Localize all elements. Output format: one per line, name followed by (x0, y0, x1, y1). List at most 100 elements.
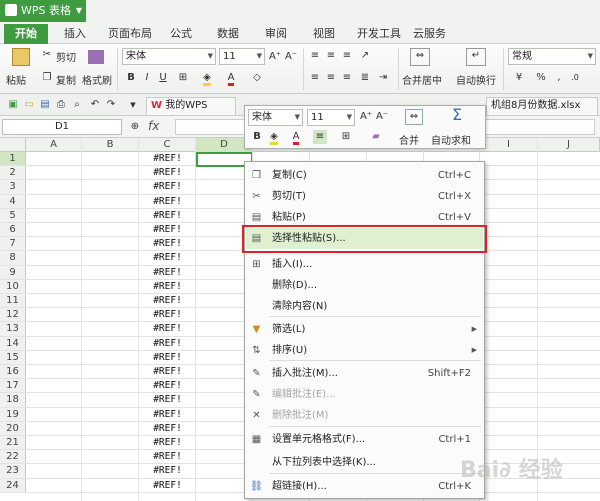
row-header[interactable]: 10 (0, 279, 26, 293)
border-icon[interactable]: ⊞ (176, 71, 190, 85)
mini-font-name-select[interactable]: 宋体 ▼ (248, 109, 303, 126)
name-box[interactable]: D1 (2, 119, 122, 135)
paste-button[interactable]: 粘贴 (6, 72, 26, 87)
row-header[interactable]: 3 (0, 180, 26, 194)
menu-item-format-cells[interactable]: ▦ 设置单元格格式(F)... Ctrl+1 (246, 429, 483, 450)
menu-item-filter[interactable]: ▼ 筛选(L) ▶ (246, 319, 483, 340)
chevron-down-icon[interactable]: ▼ (126, 98, 140, 112)
menu-item-clear-contents[interactable]: 清除内容(N) (246, 296, 483, 317)
cell-c[interactable]: #REF! (139, 223, 196, 236)
menu-item-insert-comment[interactable]: ✎ 插入批注(M)... Shift+F2 (246, 363, 483, 384)
print-preview-icon[interactable]: ⌕ (70, 98, 84, 112)
cell-c[interactable]: #REF! (139, 280, 196, 293)
row-header[interactable]: 12 (0, 308, 26, 322)
column-header-i[interactable]: I (480, 138, 538, 152)
row-header[interactable]: 21 (0, 436, 26, 450)
tab-insert[interactable]: 插入 (64, 24, 86, 44)
row-header[interactable]: 13 (0, 322, 26, 336)
cell-c[interactable]: #REF! (139, 365, 196, 378)
app-menu-button[interactable]: WPS 表格 ▼ (0, 0, 86, 22)
row-header[interactable]: 11 (0, 294, 26, 308)
cell-c[interactable]: #REF! (139, 308, 196, 321)
fx-icon[interactable]: fx (148, 119, 159, 133)
auto-wrap-button[interactable]: 自动换行 (456, 72, 496, 87)
row-header[interactable]: 4 (0, 194, 26, 208)
row-header[interactable]: 5 (0, 208, 26, 222)
column-header-c[interactable]: C (139, 138, 196, 152)
justify-icon[interactable]: ≣ (358, 71, 372, 85)
tab-my-wps[interactable]: W 我的WPS (146, 97, 236, 115)
cell-c[interactable]: #REF! (139, 337, 196, 350)
cut-button[interactable]: 剪切 (56, 49, 76, 64)
font-shrink-icon[interactable]: A⁻ (375, 110, 389, 124)
number-format-select[interactable]: 常规 ▼ (508, 48, 596, 65)
cell-c[interactable]: #REF! (139, 479, 196, 492)
row-header[interactable]: 17 (0, 379, 26, 393)
row-header[interactable]: 9 (0, 265, 26, 279)
row-header[interactable]: 14 (0, 336, 26, 350)
increase-decimal-icon[interactable]: .0 (568, 71, 582, 85)
column-header-j[interactable]: J (538, 138, 600, 152)
format-painter-button[interactable]: 格式刷 (82, 72, 112, 87)
column-header-b[interactable]: B (82, 138, 139, 152)
italic-icon[interactable]: I (140, 71, 154, 85)
tab-review[interactable]: 审阅 (265, 24, 287, 44)
tab-page-layout[interactable]: 页面布局 (108, 24, 152, 44)
align-middle-icon[interactable]: ≡ (324, 49, 338, 63)
cell-c[interactable]: #REF! (139, 195, 196, 208)
row-header[interactable]: 24 (0, 478, 26, 492)
align-left-icon[interactable]: ≡ (308, 71, 322, 85)
tab-developer[interactable]: 开发工具 (357, 24, 401, 44)
zoom-icon[interactable]: ⊕ (128, 120, 142, 134)
font-shrink-icon[interactable]: A⁻ (284, 50, 298, 64)
thousands-icon[interactable]: , (552, 71, 566, 85)
bold-icon[interactable]: B (250, 130, 264, 144)
menu-item-pick-from-list[interactable]: 从下拉列表中选择(K)... (246, 452, 483, 473)
merge-center-button[interactable]: 合并居中 (402, 72, 442, 87)
eraser-icon[interactable]: ◇ (250, 71, 264, 85)
copy-button[interactable]: 复制 (56, 72, 76, 87)
cell-c[interactable]: #REF! (139, 166, 196, 179)
mini-font-size-select[interactable]: 11 ▼ (307, 109, 355, 126)
font-name-select[interactable]: 宋体 ▼ (122, 48, 216, 65)
open-folder-icon[interactable]: ▭ (22, 98, 36, 112)
row-header[interactable]: 2 (0, 166, 26, 180)
column-header-a[interactable]: A (26, 138, 82, 152)
menu-item-copy[interactable]: ❐ 复制(C) Ctrl+C (246, 165, 483, 186)
row-header[interactable]: 6 (0, 223, 26, 237)
orientation-icon[interactable]: ↗ (358, 49, 372, 63)
tab-formulas[interactable]: 公式 (170, 24, 192, 44)
font-color-icon[interactable]: A (289, 130, 303, 145)
indent-icon[interactable]: ⇥ (376, 71, 390, 85)
save-icon[interactable]: ▤ (38, 98, 52, 112)
cell-c[interactable]: #REF! (139, 180, 196, 193)
menu-item-sort[interactable]: ⇅ 排序(U) ▶ (246, 340, 483, 361)
cell-c[interactable]: #REF! (139, 294, 196, 307)
row-header[interactable]: 22 (0, 450, 26, 464)
row-header[interactable]: 19 (0, 407, 26, 421)
row-header[interactable]: 15 (0, 350, 26, 364)
redo-icon[interactable]: ↷ (104, 98, 118, 112)
cell-c[interactable]: #REF! (139, 351, 196, 364)
font-grow-icon[interactable]: A⁺ (268, 50, 282, 64)
cell-c[interactable]: #REF! (139, 209, 196, 222)
row-header[interactable]: 7 (0, 237, 26, 251)
menu-item-delete[interactable]: 删除(D)... (246, 275, 483, 296)
cell-c[interactable]: #REF! (139, 322, 196, 335)
align-center-icon[interactable]: ≡ (313, 130, 327, 144)
cell-c[interactable]: #REF! (139, 408, 196, 421)
percent-icon[interactable]: % (534, 71, 548, 85)
currency-icon[interactable]: ¥ (512, 71, 526, 85)
mini-merge-button[interactable]: 合并 (399, 132, 419, 147)
cell-c[interactable]: #REF! (139, 237, 196, 250)
cell-c[interactable]: #REF! (139, 251, 196, 264)
undo-icon[interactable]: ↶ (88, 98, 102, 112)
row-header[interactable]: 18 (0, 393, 26, 407)
align-center-icon[interactable]: ≡ (324, 71, 338, 85)
menu-item-insert[interactable]: ⊞ 插入(I)... (246, 254, 483, 275)
cell-c[interactable]: #REF! (139, 379, 196, 392)
align-bottom-icon[interactable]: ≡ (340, 49, 354, 63)
font-grow-icon[interactable]: A⁺ (359, 110, 373, 124)
cell-c[interactable]: #REF! (139, 464, 196, 477)
print-icon[interactable]: ⎙ (54, 98, 68, 112)
